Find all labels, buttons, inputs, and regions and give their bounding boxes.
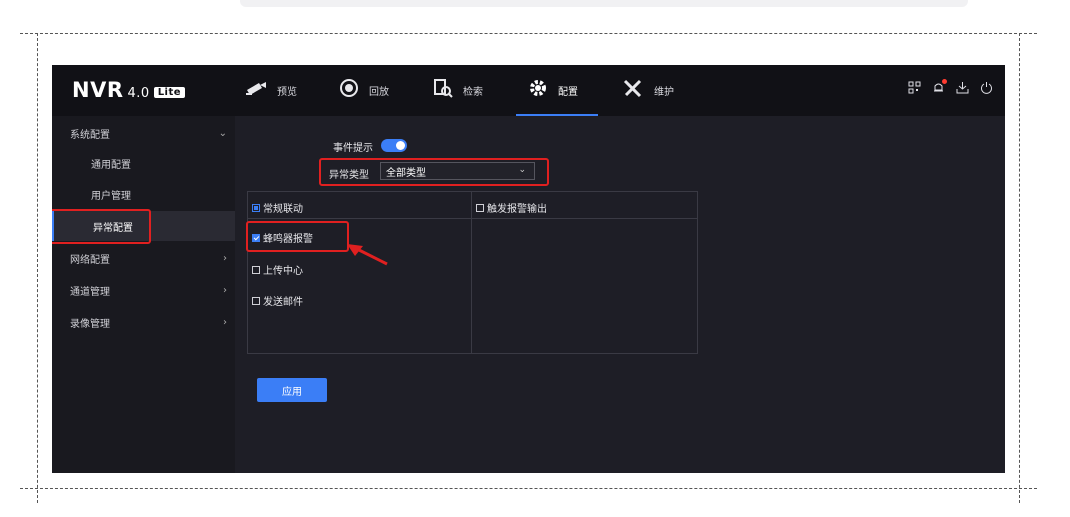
annotation-arrow-icon <box>347 244 388 266</box>
checkbox-icon <box>252 265 260 274</box>
upload-center-label: 上传中心 <box>263 266 303 277</box>
sidebar-item-network-config[interactable]: 网络配置 › <box>52 243 235 273</box>
trigger-alarm-output-checkbox[interactable]: 触发报警输出 <box>476 200 547 215</box>
download-icon[interactable] <box>956 81 969 98</box>
notification-dot <box>942 79 947 84</box>
chevron-right-icon: › <box>223 284 227 296</box>
exception-type-value: 全部类型 <box>386 167 426 179</box>
sidebar-item-label: 通用配置 <box>91 159 131 171</box>
guide-line-right <box>1019 33 1020 503</box>
sidebar: 系统配置 ⌄ 通用配置 用户管理 异常配置 网络配置 › 通道管理 › 录像管理… <box>52 116 235 473</box>
brand-edition: Lite <box>153 87 186 98</box>
brand-logo: NVR 4.0 Lite <box>72 78 186 102</box>
sidebar-item-recording-management[interactable]: 录像管理 › <box>52 307 235 337</box>
brand-version: 4.0 <box>127 86 150 101</box>
sidebar-item-label: 网络配置 <box>70 254 110 266</box>
nav-right-tools <box>908 79 993 98</box>
checkbox-checked-icon <box>252 233 260 242</box>
guide-line-left <box>37 33 38 503</box>
nav-maintenance[interactable]: 维护 <box>622 65 674 116</box>
nav-config[interactable]: 配置 <box>516 65 598 116</box>
linkage-table: 常规联动 触发报警输出 蜂鸣器报警 上传中心 发送邮件 <box>247 191 698 354</box>
sidebar-item-label: 用户管理 <box>91 190 131 202</box>
exception-type-select[interactable]: 全部类型 ⌄ <box>380 162 535 180</box>
sidebar-item-exception-config[interactable]: 异常配置 <box>52 211 235 241</box>
sidebar-item-general-config[interactable]: 通用配置 <box>52 148 235 178</box>
playback-icon <box>339 78 359 103</box>
sidebar-item-label: 录像管理 <box>70 318 110 330</box>
apply-button[interactable]: 应用 <box>257 378 327 402</box>
checkbox-icon <box>476 203 484 212</box>
nav-config-label: 配置 <box>558 87 578 98</box>
sidebar-item-user-management[interactable]: 用户管理 <box>52 179 235 209</box>
chevron-down-icon: ⌄ <box>218 127 227 139</box>
bell-icon[interactable] <box>932 79 947 98</box>
camera-icon <box>245 80 267 101</box>
trigger-alarm-output-label: 触发报警输出 <box>487 204 547 215</box>
event-hint-label: 事件提示 <box>333 143 373 154</box>
sidebar-item-label: 系统配置 <box>70 129 110 141</box>
tools-icon <box>622 78 644 103</box>
sidebar-item-system-config[interactable]: 系统配置 ⌄ <box>52 118 235 148</box>
browser-top-strip <box>240 0 968 7</box>
sidebar-item-label: 通道管理 <box>70 286 110 298</box>
chevron-right-icon: › <box>223 316 227 328</box>
send-email-checkbox[interactable]: 发送邮件 <box>252 293 303 308</box>
checkbox-icon <box>252 296 260 305</box>
sidebar-item-label: 异常配置 <box>93 222 133 234</box>
nav-search-label: 检索 <box>463 87 483 98</box>
nav-playback[interactable]: 回放 <box>339 65 389 116</box>
chevron-down-icon: ⌄ <box>518 165 526 175</box>
nav-search[interactable]: 检索 <box>433 65 483 116</box>
send-email-label: 发送邮件 <box>263 297 303 308</box>
normal-linkage-checkbox[interactable]: 常规联动 <box>252 200 303 215</box>
nav-maintenance-label: 维护 <box>654 87 674 98</box>
column-divider <box>471 192 472 353</box>
normal-linkage-label: 常规联动 <box>263 204 303 215</box>
nav-preview[interactable]: 预览 <box>245 65 297 116</box>
brand-name: NVR <box>72 78 124 102</box>
gear-icon <box>528 78 548 103</box>
buzzer-alarm-checkbox[interactable]: 蜂鸣器报警 <box>252 230 313 245</box>
checkbox-partial-icon <box>252 203 260 212</box>
upload-center-checkbox[interactable]: 上传中心 <box>252 262 303 277</box>
exception-config-panel: 事件提示 异常类型 全部类型 ⌄ 常规联动 触发报警输出 蜂鸣器报警 上传中心 … <box>235 116 1005 473</box>
search-file-icon <box>433 78 453 103</box>
toggle-knob <box>396 141 405 150</box>
exception-type-label: 异常类型 <box>329 170 369 181</box>
nav-playback-label: 回放 <box>369 87 389 98</box>
header-divider <box>248 218 697 219</box>
qr-code-icon[interactable] <box>908 81 921 98</box>
sidebar-item-channel-management[interactable]: 通道管理 › <box>52 275 235 305</box>
event-hint-toggle[interactable] <box>381 139 407 152</box>
top-navigation: NVR 4.0 Lite 预览 回放 检索 配置 维护 <box>52 65 1005 116</box>
power-icon[interactable] <box>980 81 993 98</box>
chevron-right-icon: › <box>223 252 227 264</box>
nav-preview-label: 预览 <box>277 87 297 98</box>
guide-line-top <box>20 33 1037 34</box>
guide-line-bottom <box>20 488 1037 489</box>
nvr-app-window: NVR 4.0 Lite 预览 回放 检索 配置 维护 系统配置 ⌄ 通用配置 … <box>52 65 1005 473</box>
buzzer-alarm-label: 蜂鸣器报警 <box>263 234 313 245</box>
